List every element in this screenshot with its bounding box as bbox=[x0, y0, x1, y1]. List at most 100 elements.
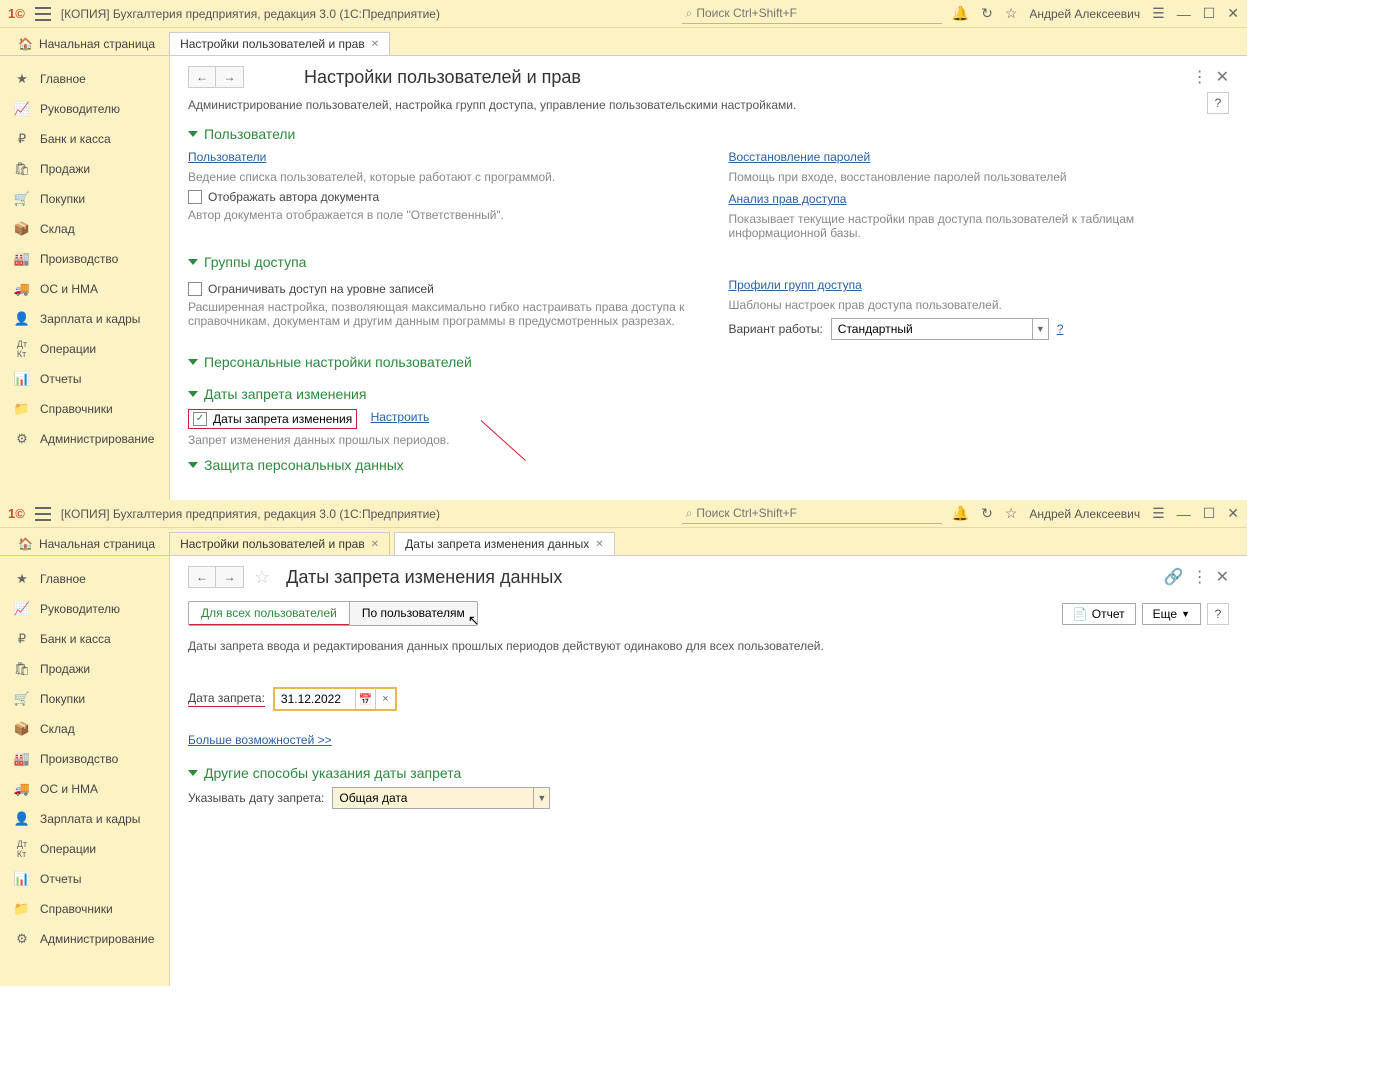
nav-production[interactable]: 🏭Производство bbox=[0, 244, 169, 274]
tab-close-icon[interactable]: ✕ bbox=[371, 39, 379, 50]
star-icon[interactable]: ☆ bbox=[1005, 505, 1018, 522]
settings-icon[interactable]: ☰ bbox=[1152, 505, 1165, 522]
tab-settings[interactable]: Настройки пользователей и прав ✕ bbox=[169, 32, 390, 55]
help-button[interactable]: ? bbox=[1207, 603, 1229, 625]
maximize-icon[interactable]: ☐ bbox=[1203, 5, 1216, 22]
chevron-down-icon[interactable]: ▼ bbox=[533, 788, 549, 808]
search-box[interactable]: ⌕ bbox=[682, 4, 942, 24]
nav-production[interactable]: 🏭Производство bbox=[0, 744, 169, 774]
nav-purchases[interactable]: 🛒Покупки bbox=[0, 184, 169, 214]
favorite-icon[interactable]: ☆ bbox=[254, 567, 270, 588]
kebab-icon[interactable]: ⋮ bbox=[1192, 67, 1208, 87]
nav-warehouse[interactable]: 📦Склад bbox=[0, 714, 169, 744]
nav-reports[interactable]: 📊Отчеты bbox=[0, 864, 169, 894]
forward-button[interactable]: → bbox=[216, 566, 244, 588]
forward-button[interactable]: → bbox=[216, 66, 244, 88]
user-name[interactable]: Андрей Алексеевич bbox=[1029, 507, 1140, 521]
nav-catalogs[interactable]: 📁Справочники bbox=[0, 394, 169, 424]
link-restore[interactable]: Восстановление паролей bbox=[729, 150, 871, 164]
section-groups[interactable]: Группы доступа bbox=[188, 254, 1229, 270]
history-icon[interactable]: ↻ bbox=[981, 5, 993, 22]
help-button[interactable]: ? bbox=[1207, 92, 1229, 114]
link-icon[interactable]: 🔗 bbox=[1164, 567, 1184, 587]
bell-icon[interactable]: 🔔 bbox=[952, 505, 969, 522]
logo-1c-icon: 1© bbox=[8, 506, 25, 521]
tab-home[interactable]: 🏠 Начальная страница bbox=[8, 33, 165, 55]
close-panel-icon[interactable]: ✕ bbox=[1216, 67, 1229, 87]
nav-reports[interactable]: 📊Отчеты bbox=[0, 364, 169, 394]
section-protect[interactable]: Защита персональных данных bbox=[188, 457, 1229, 473]
nav-warehouse[interactable]: 📦Склад bbox=[0, 214, 169, 244]
section-personal[interactable]: Персональные настройки пользователей bbox=[188, 354, 1229, 370]
more-button[interactable]: Еще▼ bbox=[1142, 603, 1201, 625]
search-input[interactable] bbox=[696, 506, 937, 520]
search-input[interactable] bbox=[696, 6, 937, 20]
search-box[interactable]: ⌕ bbox=[682, 504, 942, 524]
history-icon[interactable]: ↻ bbox=[981, 505, 993, 522]
nav-catalogs[interactable]: 📁Справочники bbox=[0, 894, 169, 924]
nav-manager[interactable]: 📈Руководителю bbox=[0, 594, 169, 624]
checkbox-dates[interactable]: ✓ bbox=[193, 412, 207, 426]
checkbox-restrict[interactable] bbox=[188, 282, 202, 296]
nav-purchases[interactable]: 🛒Покупки bbox=[0, 684, 169, 714]
select-mode-value[interactable] bbox=[333, 788, 533, 808]
checkbox-author[interactable] bbox=[188, 190, 202, 204]
nav-assets[interactable]: 🚚ОС и НМА bbox=[0, 774, 169, 804]
select-variant[interactable]: ▼ bbox=[831, 318, 1049, 340]
close-icon[interactable]: ✕ bbox=[1227, 5, 1239, 22]
minimize-icon[interactable]: — bbox=[1177, 506, 1191, 522]
tab-home[interactable]: 🏠 Начальная страница bbox=[8, 533, 165, 555]
nav-assets[interactable]: 🚚ОС и НМА bbox=[0, 274, 169, 304]
tab-close-icon[interactable]: ✕ bbox=[595, 539, 603, 550]
page-desc: Администрирование пользователей, настрой… bbox=[188, 98, 1229, 112]
kebab-icon[interactable]: ⋮ bbox=[1192, 567, 1208, 587]
link-users[interactable]: Пользователи bbox=[188, 150, 266, 164]
section-other[interactable]: Другие способы указания даты запрета bbox=[188, 765, 1229, 781]
bell-icon[interactable]: 🔔 bbox=[952, 5, 969, 22]
tab-dates[interactable]: Даты запрета изменения данных ✕ bbox=[394, 532, 615, 555]
close-panel-icon[interactable]: ✕ bbox=[1216, 567, 1229, 587]
tabbar: 🏠 Начальная страница Настройки пользоват… bbox=[0, 28, 1247, 56]
menu-icon[interactable] bbox=[35, 7, 51, 21]
link-more-options[interactable]: Больше возможностей >> bbox=[188, 733, 332, 747]
nav-manager[interactable]: 📈Руководителю bbox=[0, 94, 169, 124]
nav-salary[interactable]: 👤Зарплата и кадры bbox=[0, 304, 169, 334]
nav-bank[interactable]: ₽Банк и касса bbox=[0, 624, 169, 654]
select-mode[interactable]: ▼ bbox=[332, 787, 550, 809]
seg-all-users[interactable]: Для всех пользователей bbox=[189, 602, 349, 625]
section-dates[interactable]: Даты запрета изменения bbox=[188, 386, 1229, 402]
tab-settings[interactable]: Настройки пользователей и прав ✕ bbox=[169, 532, 390, 555]
nav-salary[interactable]: 👤Зарплата и кадры bbox=[0, 804, 169, 834]
maximize-icon[interactable]: ☐ bbox=[1203, 505, 1216, 522]
nav-operations[interactable]: ДтКтОперации bbox=[0, 334, 169, 364]
date-input[interactable] bbox=[275, 689, 355, 709]
user-name[interactable]: Андрей Алексеевич bbox=[1029, 7, 1140, 21]
nav-sales[interactable]: 🛍Продажи bbox=[0, 654, 169, 684]
back-button[interactable]: ← bbox=[188, 566, 216, 588]
nav-operations[interactable]: ДтКтОперации bbox=[0, 834, 169, 864]
close-icon[interactable]: ✕ bbox=[1227, 505, 1239, 522]
help-variant[interactable]: ? bbox=[1057, 322, 1064, 336]
chevron-down-icon[interactable]: ▼ bbox=[1032, 319, 1048, 339]
nav-bank[interactable]: ₽Банк и касса bbox=[0, 124, 169, 154]
nav-admin[interactable]: ⚙Администрирование bbox=[0, 924, 169, 954]
settings-icon[interactable]: ☰ bbox=[1152, 5, 1165, 22]
nav-admin[interactable]: ⚙Администрирование bbox=[0, 424, 169, 454]
star-icon[interactable]: ☆ bbox=[1005, 5, 1018, 22]
menu-icon[interactable] bbox=[35, 507, 51, 521]
link-configure[interactable]: Настроить bbox=[371, 410, 430, 424]
nav-main[interactable]: ★Главное bbox=[0, 564, 169, 594]
calendar-icon[interactable]: 📅 bbox=[355, 689, 375, 709]
link-profiles[interactable]: Профили групп доступа bbox=[729, 278, 862, 292]
nav-main[interactable]: ★Главное bbox=[0, 64, 169, 94]
nav-sales[interactable]: 🛍Продажи bbox=[0, 154, 169, 184]
link-rights[interactable]: Анализ прав доступа bbox=[729, 192, 847, 206]
report-button[interactable]: 📄Отчет bbox=[1062, 603, 1136, 625]
section-users[interactable]: Пользователи bbox=[188, 126, 1229, 142]
minimize-icon[interactable]: — bbox=[1177, 6, 1191, 22]
back-button[interactable]: ← bbox=[188, 66, 216, 88]
tab-close-icon[interactable]: ✕ bbox=[371, 539, 379, 550]
seg-by-user[interactable]: По пользователям bbox=[349, 602, 477, 625]
select-variant-value[interactable] bbox=[832, 319, 1032, 339]
clear-icon[interactable]: × bbox=[375, 689, 395, 709]
